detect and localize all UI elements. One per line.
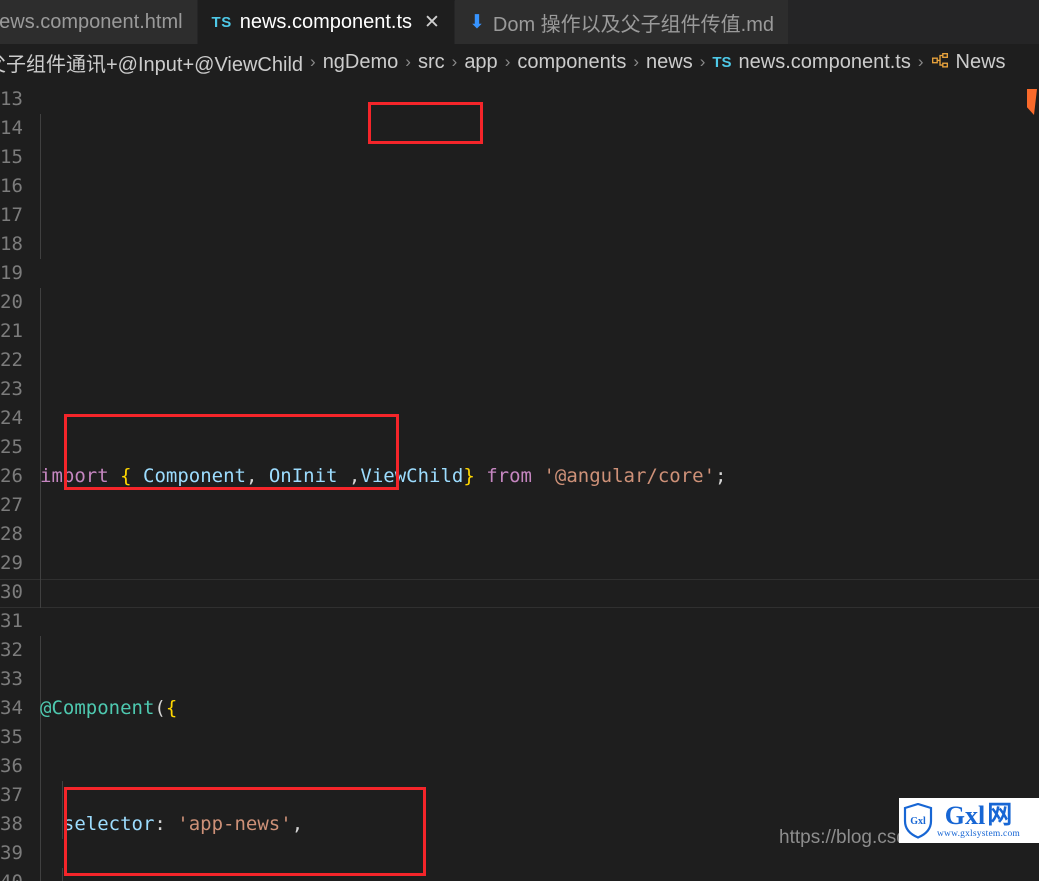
line-number: 34 — [0, 697, 22, 719]
line-number: 25 — [0, 436, 22, 458]
line-number: 32 — [0, 639, 22, 661]
tab-dom-md[interactable]: ⬇ Dom 操作以及父子组件传值.md — [454, 0, 790, 44]
indent-guide — [40, 114, 41, 259]
line-number: 31 — [0, 610, 22, 632]
code-content[interactable]: 13 14 15 16 17 18 19 20 21 22 23 24 25 2… — [0, 80, 1039, 881]
chevron-right-icon: › — [310, 52, 316, 71]
breadcrumb-label: news.component.ts — [738, 50, 911, 73]
tab-label: Dom 操作以及父子组件传值.md — [492, 13, 775, 36]
line-number: 24 — [0, 407, 22, 429]
line-number: 27 — [0, 494, 22, 516]
line-number: 15 — [0, 146, 22, 168]
tab-news-component-html[interactable]: news.component.html — [0, 0, 198, 44]
tab-label: news.component.html — [0, 10, 183, 33]
editor-tab-bar: news.component.html TS news.component.ts… — [0, 0, 1039, 44]
line-number: 39 — [0, 842, 22, 864]
typescript-file-icon: TS — [712, 53, 732, 71]
indent-guide — [40, 288, 41, 608]
chevron-right-icon: › — [504, 52, 511, 71]
line-number: 22 — [0, 349, 22, 371]
breadcrumb-item-symbol-news[interactable]: News — [931, 51, 1006, 74]
chevron-right-icon: › — [633, 52, 639, 71]
class-symbol-icon — [931, 52, 949, 73]
gxl-word: Gxl — [944, 800, 986, 830]
breadcrumb-item-src[interactable]: src — [418, 51, 445, 74]
gxl-site-url: www.gxlsystem.com — [937, 828, 1020, 839]
code-editor[interactable]: 13 14 15 16 17 18 19 20 21 22 23 24 25 2… — [0, 80, 1039, 881]
line-number: 21 — [0, 320, 22, 342]
shield-icon: Gxl — [903, 803, 933, 839]
shield-label: Gxl — [910, 816, 926, 827]
breadcrumb-label: news — [646, 50, 693, 73]
breadcrumb-item-news[interactable]: news — [646, 51, 693, 74]
chevron-right-icon: › — [405, 52, 411, 71]
line-number: 23 — [0, 378, 22, 400]
line-number: 18 — [0, 233, 22, 255]
line-number: 29 — [0, 552, 22, 574]
code-lines[interactable]: import { Component, OnInit ,ViewChild} f… — [22, 80, 1039, 881]
breadcrumb-item-app[interactable]: app — [464, 51, 497, 74]
line-number: 14 — [0, 117, 22, 139]
line-number: 38 — [0, 813, 22, 835]
breadcrumb-label: app — [464, 50, 498, 73]
breadcrumb-label: ngDemo — [322, 50, 399, 73]
chevron-right-icon: › — [451, 52, 458, 71]
tab-label: news.component.ts — [239, 11, 413, 33]
code-line: import { Component, OnInit ,ViewChild} f… — [40, 465, 727, 487]
breadcrumb-item-file[interactable]: TS news.component.ts — [712, 51, 911, 74]
markdown-file-icon: ⬇ — [468, 11, 485, 33]
indent-guide — [40, 636, 41, 881]
line-number: 33 — [0, 668, 22, 690]
indent-guide — [62, 868, 63, 881]
line-number: 13 — [0, 88, 22, 110]
code-line: @Component({ — [40, 697, 178, 719]
breadcrumb-item-ngdemo[interactable]: ngDemo — [323, 51, 399, 74]
breadcrumb-label: News — [955, 50, 1006, 73]
line-number-gutter: 13 14 15 16 17 18 19 20 21 22 23 24 25 2… — [0, 80, 22, 881]
line-number: 26 — [0, 465, 22, 487]
typescript-file-icon: TS — [211, 14, 232, 31]
gxl-cn-char: 网 — [987, 801, 1013, 829]
line-number: 19 — [0, 262, 22, 284]
chevron-right-icon: › — [699, 52, 706, 71]
gxl-wordmark: Gxl 网 www.gxlsystem.com — [937, 800, 1020, 840]
breadcrumb-item-components[interactable]: components — [517, 51, 626, 74]
close-icon[interactable]: ✕ — [424, 13, 440, 32]
line-number: 30 — [0, 581, 22, 603]
breadcrumb-item-project[interactable]: 父子组件通讯+@Input+@ViewChild — [0, 48, 303, 77]
line-number: 16 — [0, 175, 22, 197]
line-number: 17 — [0, 204, 22, 226]
line-number: 35 — [0, 726, 22, 748]
line-number: 40 — [0, 868, 22, 881]
line-number: 37 — [0, 784, 22, 806]
line-number: 36 — [0, 755, 22, 777]
line-number: 28 — [0, 523, 22, 545]
line-number: 20 — [0, 291, 22, 313]
tab-news-component-ts[interactable]: TS news.component.ts ✕ — [197, 0, 455, 44]
breadcrumb: 父子组件通讯+@Input+@ViewChild › ngDemo › src … — [0, 44, 1039, 80]
gxl-watermark-logo: Gxl Gxl 网 www.gxlsystem.com — [899, 798, 1039, 843]
chevron-right-icon: › — [917, 52, 924, 71]
breadcrumb-label: components — [517, 50, 627, 73]
breadcrumb-label: src — [417, 50, 445, 73]
breadcrumb-label: 父子组件通讯+@Input+@ViewChild — [0, 53, 304, 76]
